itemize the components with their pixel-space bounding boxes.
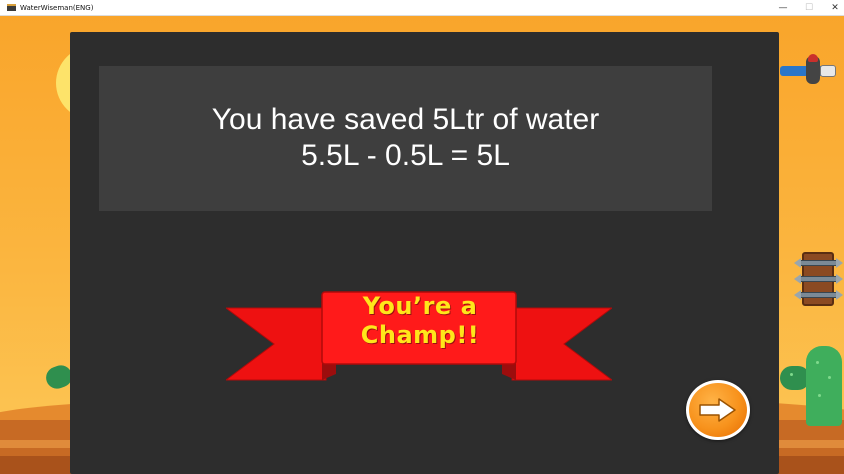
window-title: WaterWiseman(ENG): [20, 4, 94, 12]
game-window: WaterWiseman(ENG) — ☐ ✕ You have saved 5…: [0, 0, 844, 474]
barrel-spike: [836, 258, 843, 268]
valve-handle: [808, 54, 818, 62]
pipe-outlet: [820, 65, 836, 77]
barrel-spike: [836, 290, 843, 300]
arrow-right-icon: [699, 398, 736, 422]
cactus-right: [806, 346, 842, 426]
banner-line-1: You’re a: [362, 292, 478, 320]
maximize-button[interactable]: ☐: [796, 0, 822, 15]
banner-line-2: Champ!!: [360, 321, 480, 349]
close-button[interactable]: ✕: [822, 0, 844, 15]
barrel-spike: [836, 274, 843, 284]
cactus-spike: [816, 361, 819, 364]
title-bar: WaterWiseman(ENG) — ☐ ✕: [0, 0, 844, 16]
cactus-spike: [790, 373, 793, 376]
banner-text: You’re a Champ!!: [330, 292, 510, 350]
app-icon: [7, 4, 16, 11]
minimize-button[interactable]: —: [770, 0, 796, 15]
barrel-band: [798, 292, 838, 298]
water-calculation: 5.5L - 0.5L = 5L: [301, 139, 510, 172]
cactus-spike: [828, 376, 831, 379]
next-button[interactable]: [686, 380, 750, 440]
barrel-band: [798, 276, 838, 282]
saved-water-message: You have saved 5Ltr of water: [211, 103, 600, 136]
barrel-spike: [794, 258, 801, 268]
barrel-spike: [794, 274, 801, 284]
barrel-band: [798, 260, 838, 266]
barrel-spike: [794, 290, 801, 300]
cactus-spike: [818, 394, 821, 397]
